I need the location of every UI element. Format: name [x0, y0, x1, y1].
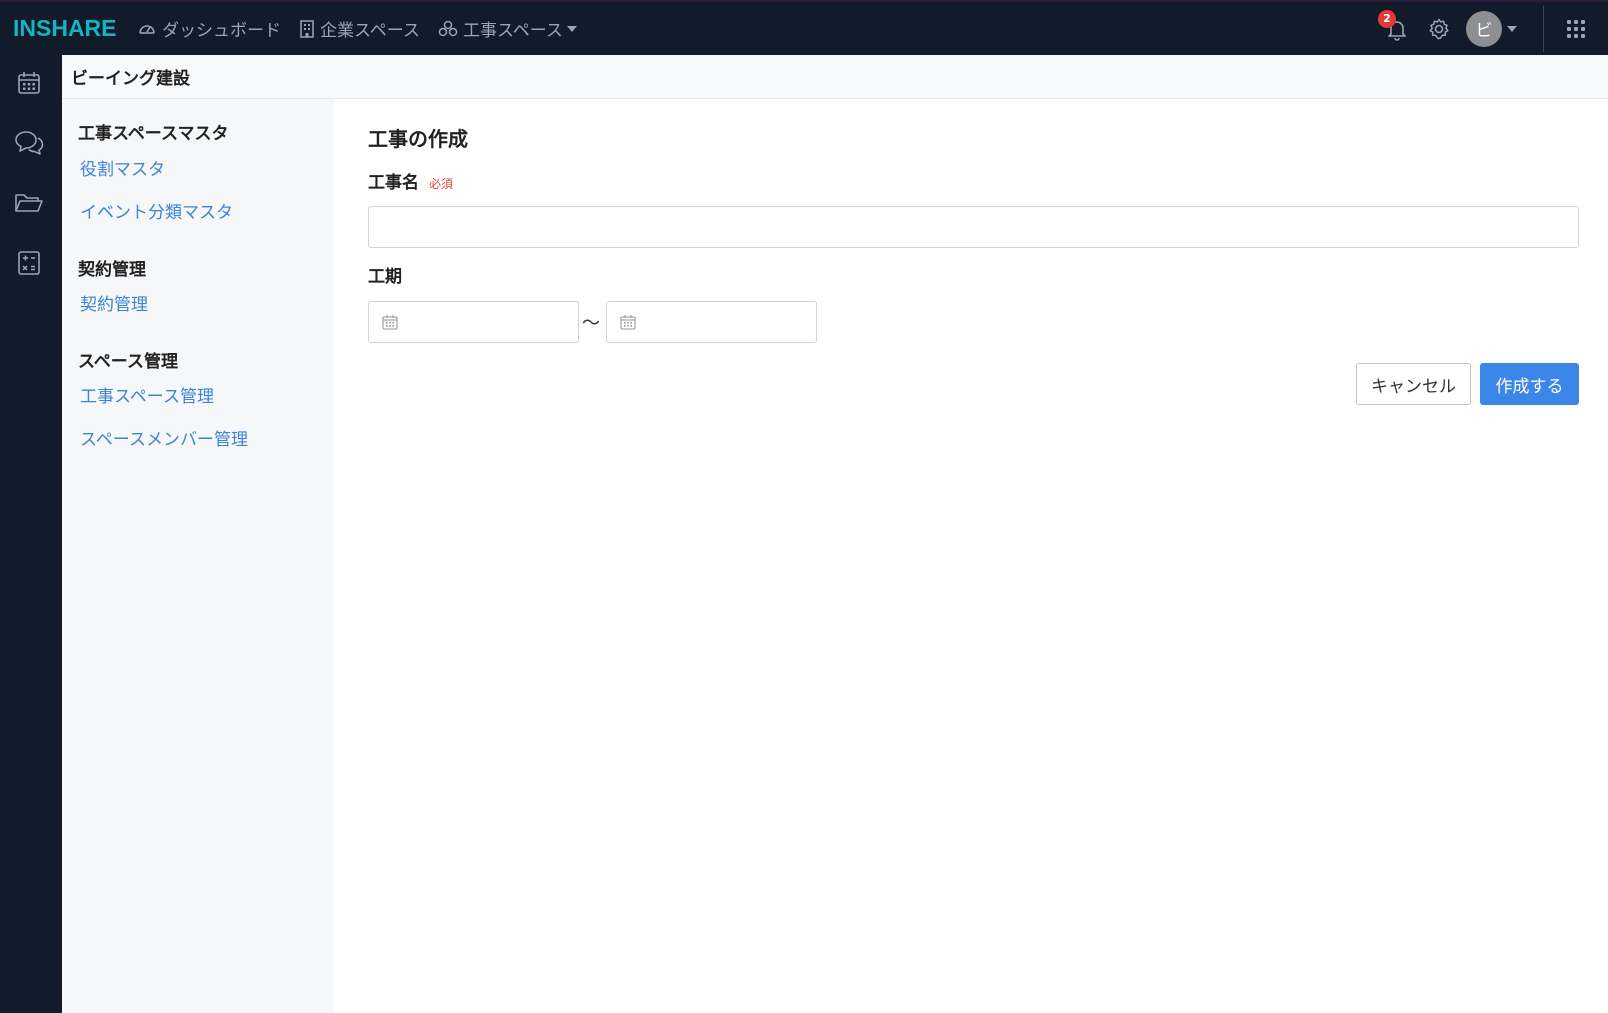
nav-dashboard-label: ダッシュボード: [162, 21, 281, 41]
app-logo[interactable]: INSHARE: [13, 15, 117, 42]
calendar-icon: [382, 315, 398, 330]
project-name-label: 工事名 必須: [368, 168, 453, 193]
chat-icon: [15, 131, 44, 155]
grid-icon: [1567, 19, 1585, 38]
topbar-divider: [1543, 5, 1544, 52]
sidebar-item-role-master[interactable]: 役割マスタ: [80, 155, 165, 180]
nav-company-space-label: 企業スペース: [320, 21, 420, 41]
calendar-icon: [620, 315, 636, 330]
folder-icon: [15, 194, 43, 212]
required-badge: 必須: [429, 177, 454, 191]
notification-badge: 2: [1378, 9, 1396, 28]
rail-chat-button[interactable]: [13, 127, 45, 159]
breadcrumb-company[interactable]: ビーイング建設: [71, 64, 190, 89]
calculator-icon: [18, 251, 40, 275]
chevron-down-icon: [1507, 25, 1517, 32]
page-title: 工事の作成: [368, 127, 468, 151]
breadcrumb: ビーイング建設: [62, 55, 1608, 99]
end-date-input[interactable]: [606, 301, 817, 343]
start-date-input[interactable]: [368, 301, 579, 343]
settings-sidebar: 工事スペースマスタ 役割マスタ イベント分類マスタ 契約管理 契約管理 スペース…: [62, 99, 334, 1013]
project-name-input[interactable]: [368, 206, 1579, 248]
settings-button[interactable]: [1424, 14, 1454, 44]
section-title-contract: 契約管理: [78, 260, 146, 280]
section-title-space-management: スペース管理: [78, 352, 178, 372]
notifications-button[interactable]: 2: [1378, 9, 1412, 44]
nav-construction-space-label: 工事スペース: [462, 21, 563, 41]
rail-folder-button[interactable]: [13, 187, 45, 219]
user-menu[interactable]: ビ: [1466, 10, 1517, 47]
rail-calendar-button[interactable]: [13, 67, 45, 99]
create-button[interactable]: 作成する: [1480, 363, 1579, 405]
create-project-form: 工事の作成 工事名 必須 工期 〜 キャンセル 作成する: [334, 99, 1608, 1013]
topbar-actions: 2 ビ: [1378, 2, 1608, 55]
nav-company-space[interactable]: 企業スペース: [299, 16, 420, 41]
sidebar-item-construction-space-management[interactable]: 工事スペース管理: [80, 382, 214, 407]
rail-calculator-button[interactable]: [13, 247, 45, 279]
calendar-icon: [18, 72, 40, 94]
section-title-space-master: 工事スペースマスタ: [78, 124, 229, 144]
period-separator: 〜: [582, 313, 600, 334]
period-label: 工期: [368, 267, 402, 287]
project-name-label-text: 工事名: [368, 173, 419, 193]
nav-dashboard[interactable]: ダッシュボード: [137, 16, 281, 41]
sidebar-item-contract-management[interactable]: 契約管理: [80, 290, 148, 315]
nav-construction-space[interactable]: 工事スペース: [438, 16, 582, 41]
left-icon-rail: [0, 55, 62, 1013]
gear-icon: [1429, 18, 1449, 39]
cubes-icon: [438, 20, 458, 36]
building-icon: [300, 19, 314, 38]
top-navbar: INSHARE ダッシュボード 企業スペース 工事スペース 2 ビ: [0, 0, 1608, 55]
sidebar-item-event-category-master[interactable]: イベント分類マスタ: [80, 198, 233, 223]
dashboard-icon: [139, 24, 155, 34]
sidebar-item-space-member-management[interactable]: スペースメンバー管理: [80, 425, 248, 450]
cancel-button[interactable]: キャンセル: [1356, 363, 1471, 405]
apps-menu-button[interactable]: [1564, 17, 1588, 41]
avatar: ビ: [1466, 10, 1502, 47]
chevron-down-icon: [566, 25, 577, 32]
